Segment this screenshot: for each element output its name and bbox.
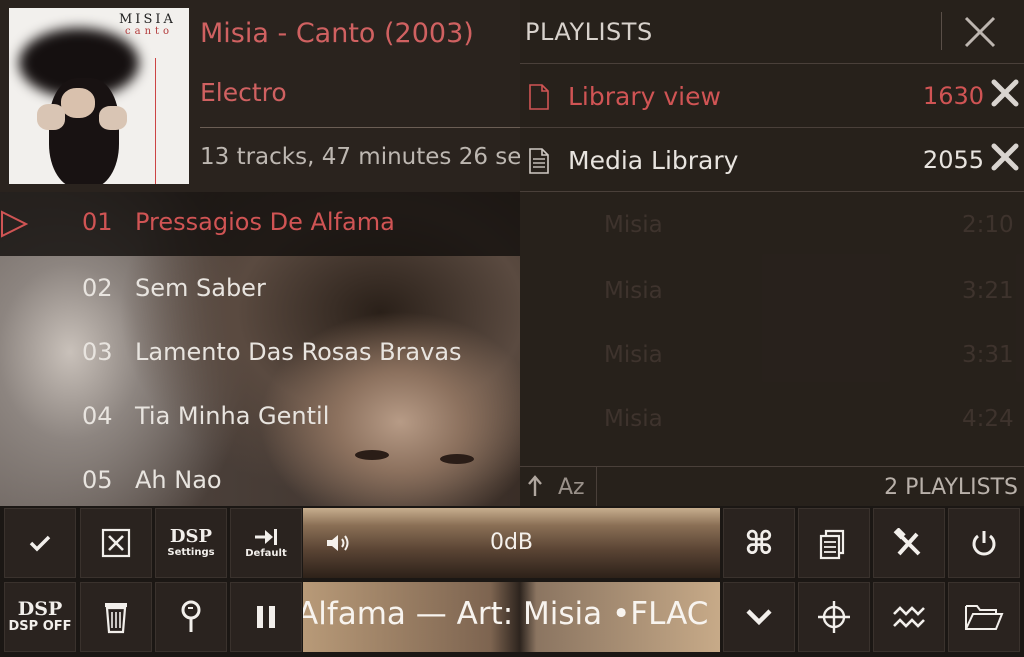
header-separator [941, 12, 942, 50]
skip-to-end-icon [255, 529, 277, 545]
album-cover[interactable]: MISIA canto [9, 8, 189, 184]
track-row[interactable]: 03 Lamento Das Rosas Bravas [0, 322, 520, 386]
now-playing-icon [1, 210, 28, 238]
document-icon [529, 84, 549, 110]
ghost-duration: 3:21 [962, 278, 1014, 304]
track-row[interactable]: 01 Pressagios De Alfama [0, 192, 520, 256]
playlist-count: 2055 [922, 146, 984, 174]
playlist-name: Media Library [568, 146, 739, 175]
playlist-count: 1630 [922, 82, 984, 110]
volume-value: 0dB [489, 530, 534, 555]
track-title: Pressagios De Alfama [135, 208, 395, 236]
command-button[interactable]: ⌘ [723, 508, 795, 578]
track-row[interactable]: 05 Ah Nao [0, 450, 520, 506]
ghost-artist: Misia [604, 278, 663, 304]
track-title: Tia Minha Gentil [135, 402, 330, 430]
track-title: Sem Saber [135, 274, 266, 302]
footer-separator [596, 467, 597, 507]
ghost-duration: 4:24 [962, 406, 1014, 432]
power-icon [972, 531, 996, 556]
close-icon[interactable] [960, 12, 1000, 52]
volume-slider[interactable]: 0dB [303, 508, 720, 578]
expand-button[interactable] [723, 582, 795, 652]
tools-button[interactable] [873, 508, 945, 578]
check-icon [29, 535, 51, 552]
ghost-duration: 3:31 [962, 342, 1014, 368]
check-button[interactable] [4, 508, 76, 578]
track-title: Ah Nao [135, 466, 222, 494]
command-icon: ⌘ [744, 524, 774, 562]
folder-open-icon [965, 605, 1004, 630]
sort-alphabetical-button[interactable]: Az [558, 475, 585, 500]
album-cover-subtitle: canto [125, 26, 174, 37]
track-number: 01 [82, 208, 113, 236]
pause-button[interactable] [230, 582, 302, 652]
playlist-item-media-library[interactable]: Media Library 2055 [520, 127, 1024, 192]
default-output-button[interactable]: Default [230, 508, 302, 578]
ghost-duration: 2:10 [962, 212, 1014, 238]
equalizer-button[interactable] [873, 582, 945, 652]
sort-up-icon[interactable] [528, 475, 542, 497]
playlist-item-library-view[interactable]: Library view 1630 [520, 63, 1024, 128]
playlist-name: Library view [568, 82, 721, 111]
playlists-panel: Misia 2:10 Misia 3:21 Misia 3:31 Misia 4… [520, 0, 1024, 507]
power-button[interactable] [948, 508, 1020, 578]
album-info: 13 tracks, 47 minutes 26 se [200, 144, 520, 170]
pin-icon [181, 600, 201, 632]
dsp-settings-caption: Settings [167, 547, 215, 558]
default-caption: Default [245, 548, 287, 559]
remove-playlist-icon[interactable] [990, 142, 1020, 172]
dsp-off-caption: DSP OFF [8, 619, 72, 634]
album-header: MISIA canto Misia - Canto (2003) Electro… [0, 0, 520, 192]
playlist-count-label: 2 PLAYLISTS [884, 475, 1018, 500]
trash-button[interactable] [80, 582, 152, 652]
control-bar: DSP Settings Default 0dB ⌘ DSP DSP OFF A… [0, 506, 1024, 657]
dsp-label: DSP [169, 526, 213, 547]
track-number: 03 [82, 338, 113, 366]
close-box-icon [101, 528, 131, 558]
copy-pages-icon [819, 529, 845, 560]
dsp-label: DSP [17, 598, 63, 620]
ghost-artist: Misia [604, 212, 663, 238]
now-playing-ticker-text: Alfama — Art: Misia •FLAC [303, 596, 709, 632]
ghost-artist: Misia [604, 406, 663, 432]
track-row[interactable]: 04 Tia Minha Gentil [0, 386, 520, 450]
playlists-header: PLAYLISTS [520, 0, 1024, 64]
chevron-down-icon [746, 609, 772, 626]
list-divider [520, 191, 1024, 192]
ghost-artist: Misia [604, 342, 663, 368]
track-number: 02 [82, 274, 113, 302]
album-cover-brand: MISIA [119, 12, 176, 27]
track-number: 05 [82, 466, 113, 494]
header-divider [200, 127, 520, 128]
track-title: Lamento Das Rosas Bravas [135, 338, 462, 366]
locate-button[interactable] [798, 582, 870, 652]
pause-icon [257, 606, 275, 628]
wave-icon [893, 606, 925, 628]
close-box-button[interactable] [80, 508, 152, 578]
dsp-off-button[interactable]: DSP DSP OFF [4, 582, 76, 652]
playlists-title: PLAYLISTS [525, 18, 653, 46]
tools-icon [893, 528, 921, 556]
album-title: Misia - Canto (2003) [200, 18, 474, 49]
track-number: 04 [82, 402, 113, 430]
document-lines-icon [529, 148, 549, 174]
playlists-footer: Az 2 PLAYLISTS [520, 466, 1024, 507]
copy-button[interactable] [798, 508, 870, 578]
album-genre: Electro [200, 78, 287, 107]
trash-icon [105, 603, 127, 634]
remove-playlist-icon[interactable] [990, 78, 1020, 108]
pin-button[interactable] [155, 582, 227, 652]
open-folder-button[interactable] [948, 582, 1020, 652]
crosshair-icon [818, 601, 850, 633]
now-playing-ticker[interactable]: Alfama — Art: Misia •FLAC [303, 582, 720, 652]
dsp-settings-button[interactable]: DSP Settings [155, 508, 227, 578]
track-row[interactable]: 02 Sem Saber [0, 258, 520, 322]
